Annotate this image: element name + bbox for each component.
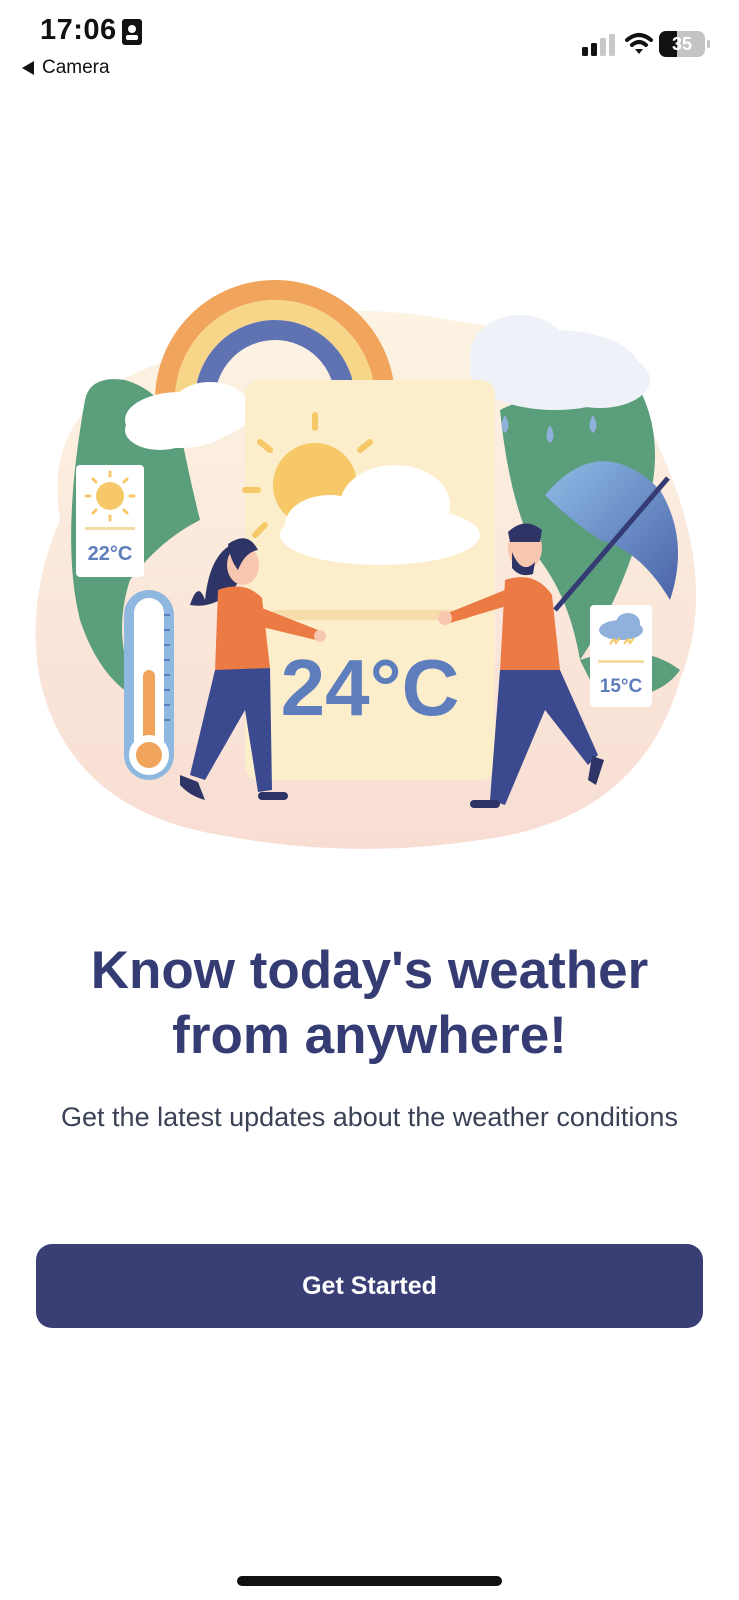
page-subtitle: Get the latest updates about the weather… [61,1102,678,1132]
get-started-button[interactable]: Get Started [36,1244,703,1328]
headline-line-2: from anywhere! [172,1006,567,1065]
left-card-temperature: 22°C [88,543,133,565]
right-card-temperature: 15°C [600,676,643,697]
wifi-icon [625,33,653,54]
headline-line-1: Know today's weather [90,941,649,1000]
thermometer-icon [124,590,174,780]
onboarding-screen: 17:06 Camera 35 24°C 22°C 15°C Know toda… [0,0,739,1600]
home-indicator[interactable] [237,1576,502,1586]
weather-illustration: 24°C 22°C 15°C [35,280,696,849]
center-temperature: 24°C [281,643,460,732]
back-link-label: Camera [42,57,110,78]
signal-icon [582,34,615,56]
back-to-camera-link[interactable]: Camera [22,57,110,79]
status-time: 17:06 [40,14,117,46]
battery-level: 35 [671,34,693,54]
page-title: Know today's weather from anywhere! [30,938,709,1068]
back-arrow-icon [22,61,34,75]
id-badge-icon [122,19,142,45]
